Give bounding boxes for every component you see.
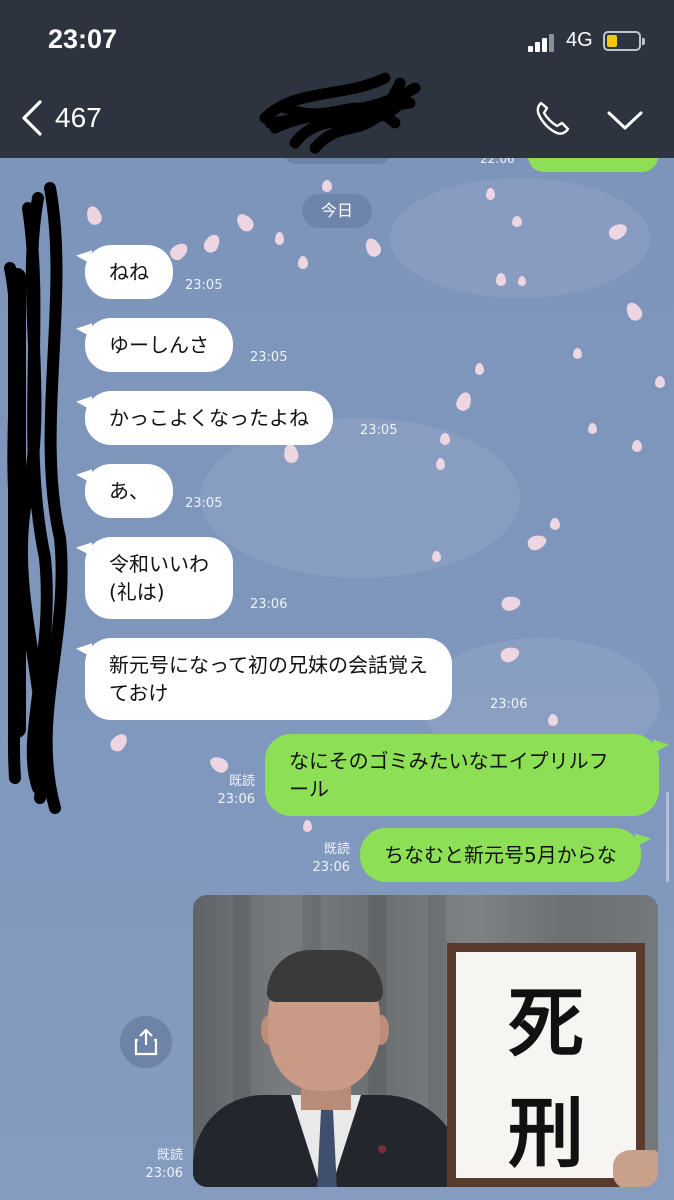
incoming-message[interactable]: ゆーしんさ [85,318,233,372]
message-time: 23:06 [312,860,350,875]
read-receipt: 既読 [228,774,255,789]
photo-message[interactable]: 死 刑 [193,895,658,1187]
signal-icon [528,34,560,52]
incoming-message[interactable]: かっこよくなったよね [85,391,333,445]
redaction-scribble [259,72,421,154]
message-time: 23:05 [250,350,288,365]
outgoing-message[interactable]: ちなむと新元号5月からな [360,828,641,882]
outgoing-message[interactable]: なにそのゴミみたいなエイプリルフ ール [265,734,659,816]
previous-message-time: 22:06 [480,158,515,166]
board-character-bottom: 刑 [508,1089,584,1178]
network-type: 4G [566,29,593,51]
status-time: 23:07 [48,24,118,54]
incoming-message[interactable]: ねね [85,245,173,299]
message-time: 23:05 [185,496,223,511]
previous-outgoing-fragment [528,158,658,172]
message-time: 23:05 [360,423,398,438]
board-character-top: 死 [508,979,584,1068]
date-separator: 今日 [302,194,372,228]
scrollbar[interactable] [666,792,669,882]
previous-message-fragment [285,158,389,164]
chevron-down-icon[interactable] [606,108,644,132]
battery-icon [603,31,645,51]
redacted-avatar [4,182,68,814]
incoming-message[interactable]: 令和いいわ (礼は) [85,537,233,619]
message-time: 23:05 [185,278,223,293]
message-time: 23:06 [250,597,288,612]
chat-header: 467 [0,72,674,158]
share-icon [134,1028,158,1056]
incoming-message[interactable]: 新元号になって初の兄妹の会話覚え ておけ [85,638,452,720]
chat-area[interactable]: 22:06 今日 ねね 23:05 ゆーしんさ 23:05 かっこよくなったよね… [0,158,674,1200]
message-time: 23:06 [145,1166,183,1181]
phone-icon[interactable] [532,98,572,138]
message-time: 23:06 [490,697,528,712]
share-button[interactable] [120,1016,172,1068]
calligraphy-board: 死 刑 [447,943,645,1187]
message-time: 23:06 [217,792,255,807]
read-receipt: 既読 [323,842,350,857]
read-receipt: 既読 [156,1148,183,1163]
unread-count[interactable]: 467 [55,102,102,134]
incoming-message[interactable]: あ、 [85,464,173,518]
chevron-left-icon[interactable] [20,98,50,138]
